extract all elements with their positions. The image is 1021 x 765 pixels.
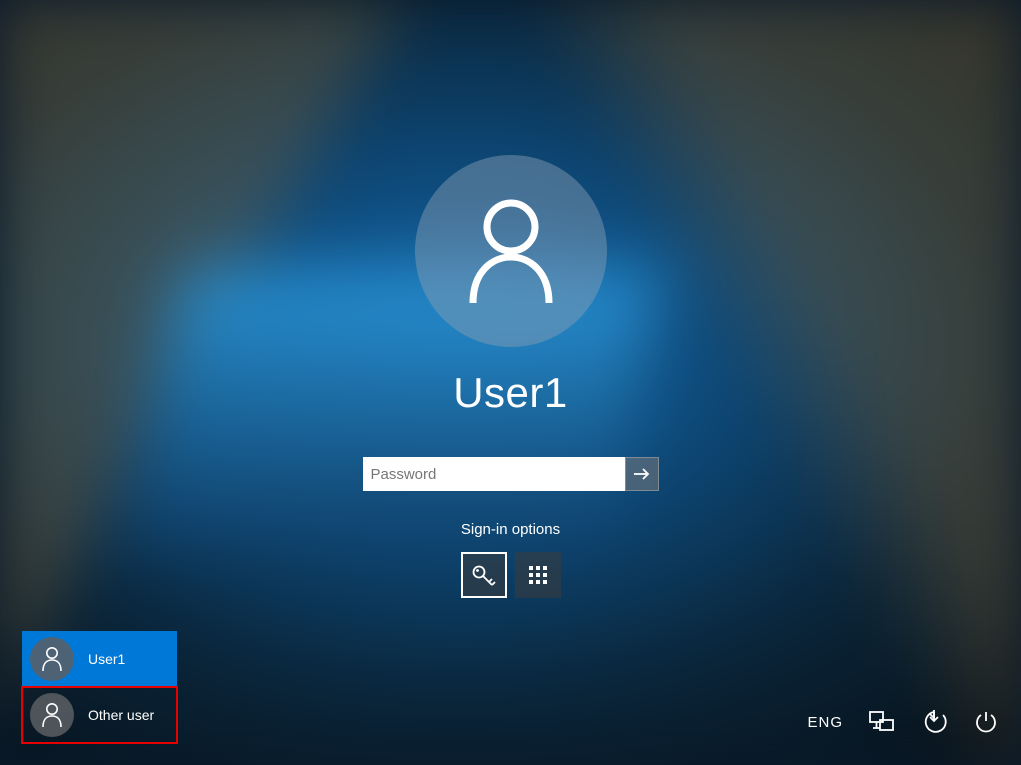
password-input[interactable] [363, 457, 625, 491]
network-button[interactable] [869, 709, 895, 735]
power-button[interactable] [973, 709, 999, 735]
signin-options-label: Sign-in options [461, 521, 560, 538]
username-display: User1 [453, 369, 568, 417]
user-list: User1 Other user [22, 631, 177, 743]
user-list-item-label: Other user [88, 707, 154, 723]
language-indicator[interactable]: ENG [807, 714, 843, 731]
avatar [415, 155, 607, 347]
user-list-item-label: User1 [88, 651, 125, 667]
power-icon [974, 710, 998, 734]
user-list-item-other-user[interactable]: Other user [22, 687, 177, 743]
ease-of-access-button[interactable] [921, 709, 947, 735]
key-icon [470, 561, 498, 589]
network-icon [868, 710, 896, 734]
keypad-icon [526, 563, 550, 587]
ease-of-access-icon [921, 709, 947, 735]
user-icon [41, 702, 63, 728]
user-icon [41, 646, 63, 672]
signin-option-password[interactable] [461, 552, 507, 598]
submit-button[interactable] [625, 457, 659, 491]
user-icon [463, 197, 559, 305]
signin-option-pin[interactable] [515, 552, 561, 598]
arrow-right-icon [633, 467, 651, 481]
user-list-item-user1[interactable]: User1 [22, 631, 177, 687]
